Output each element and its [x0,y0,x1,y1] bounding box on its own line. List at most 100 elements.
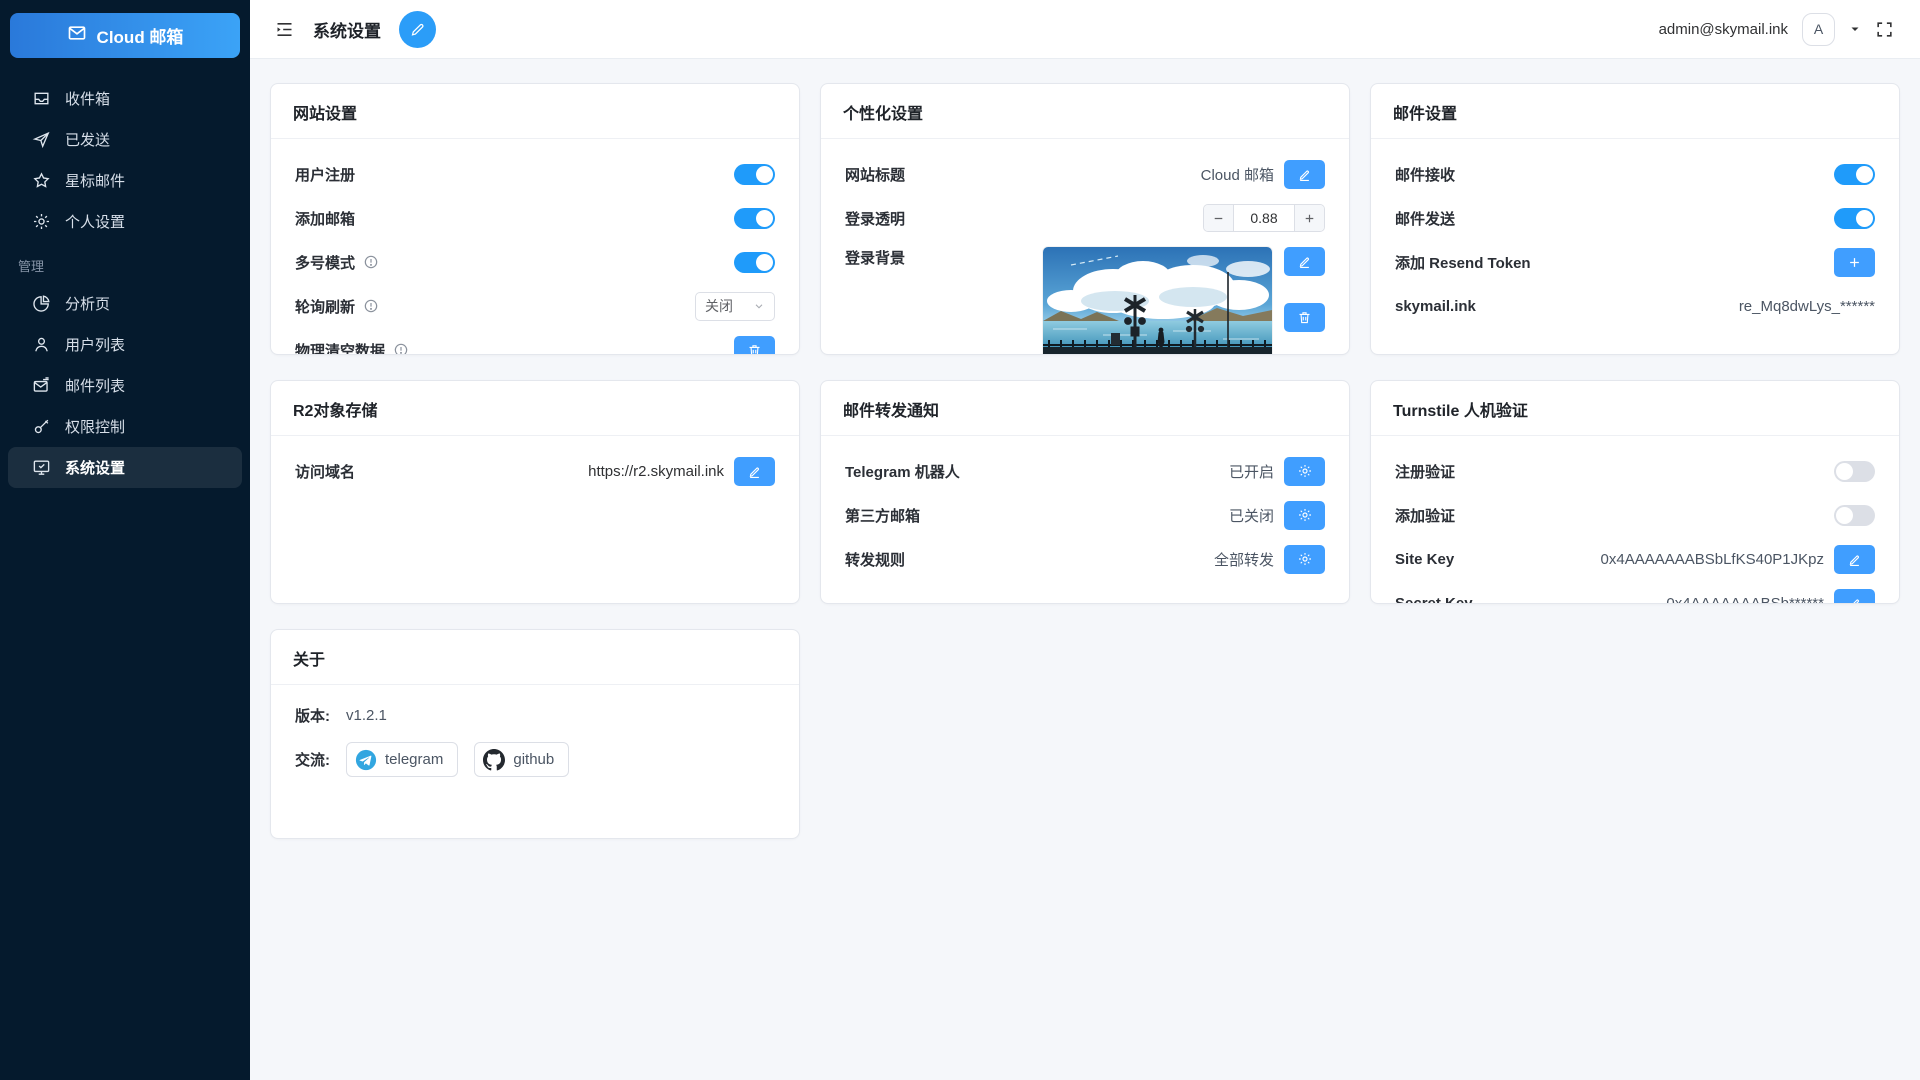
paper-plane-icon [32,130,51,149]
sidebar-item-label: 权限控制 [65,416,125,437]
brand-logo[interactable]: Cloud 邮箱 [10,13,240,58]
avatar[interactable]: A [1802,13,1835,46]
pencil-icon [409,21,426,38]
pencil-icon [747,464,762,479]
app-root: Cloud 邮箱 收件箱 已发送 星标邮件 个人设置 管理 [0,0,1920,1080]
sidebar-item-label: 分析页 [65,293,110,314]
card-title: 个性化设置 [821,84,1349,139]
chevron-down-icon [753,300,765,312]
telegram-status: 已开启 [1229,461,1274,482]
sidebar-item-starred[interactable]: 星标邮件 [8,160,242,201]
edit-site-title-button[interactable] [1284,160,1325,189]
row-secret-key: Secret Key 0x4AAAAAAABSb****** [1395,588,1875,604]
sidebar-item-users[interactable]: 用户列表 [8,324,242,365]
mail-receive-toggle[interactable] [1834,164,1875,185]
card-title: 网站设置 [271,84,799,139]
user-register-toggle[interactable] [734,164,775,185]
multi-mode-toggle[interactable] [734,252,775,273]
sidebar-item-system-settings[interactable]: 系统设置 [8,447,242,488]
card-r2-storage: R2对象存储 访问域名 https://r2.skymail.ink [270,380,800,604]
opacity-increase-button[interactable] [1294,205,1324,231]
gear-icon [1297,463,1313,479]
github-link-button[interactable]: github [474,742,569,777]
row-forward-rule: 转发规则 全部转发 [845,544,1325,574]
row-label: 转发规则 [845,549,905,570]
sidebar-item-label: 系统设置 [65,457,125,478]
sidebar-item-label: 收件箱 [65,88,110,109]
sidebar-item-label: 用户列表 [65,334,125,355]
edit-title-button[interactable] [399,11,436,48]
info-icon [363,254,379,270]
row-label: Telegram 机器人 [845,461,960,482]
trash-icon [747,343,762,356]
sidebar-item-permissions[interactable]: 权限控制 [8,406,242,447]
version-label: 版本: [295,705,330,726]
register-verify-toggle[interactable] [1834,461,1875,482]
sidebar-item-analytics[interactable]: 分析页 [8,283,242,324]
github-icon [483,749,505,771]
row-add-mailbox: 添加邮箱 [295,203,775,233]
row-contact: 交流: telegram github [295,742,775,777]
edit-r2-domain-button[interactable] [734,457,775,486]
edit-secret-key-button[interactable] [1834,589,1875,605]
sidebar-item-sent[interactable]: 已发送 [8,119,242,160]
mail-list-icon [32,376,51,395]
third-party-settings-button[interactable] [1284,501,1325,530]
token-masked-value: re_Mq8dwLys_****** [1739,298,1875,315]
row-label: 多号模式 [295,252,355,273]
card-turnstile: Turnstile 人机验证 注册验证 添加验证 Site Key 0x4AAA… [1370,380,1900,604]
pencil-icon [1297,167,1312,182]
login-background-image [1043,247,1272,355]
edit-site-key-button[interactable] [1834,545,1875,574]
mail-send-toggle[interactable] [1834,208,1875,229]
card-site-settings: 网站设置 用户注册 添加邮箱 多号模式 [270,83,800,355]
monitor-check-icon [32,458,51,477]
sidebar: Cloud 邮箱 收件箱 已发送 星标邮件 个人设置 管理 [0,0,250,1080]
opacity-value[interactable]: 0.88 [1234,205,1294,231]
row-label: 邮件发送 [1395,208,1455,229]
caret-down-icon[interactable] [1849,23,1861,35]
forward-rule-settings-button[interactable] [1284,545,1325,574]
sidebar-item-personal-settings[interactable]: 个人设置 [8,201,242,242]
opacity-decrease-button[interactable] [1204,205,1234,231]
brand-name: Cloud 邮箱 [97,23,184,48]
telegram-link-button[interactable]: telegram [346,742,458,777]
delete-background-button[interactable] [1284,303,1325,332]
secret-key-value: 0x4AAAAAAABSb****** [1666,595,1824,605]
row-label: 轮询刷新 [295,296,355,317]
add-resend-token-button[interactable] [1834,248,1875,277]
fullscreen-icon[interactable] [1875,20,1894,39]
pencil-icon [1847,552,1862,567]
row-label: 访问域名 [295,461,355,482]
purge-data-button[interactable] [734,336,775,356]
forward-rule-status: 全部转发 [1214,549,1274,570]
row-telegram-bot: Telegram 机器人 已开启 [845,456,1325,486]
r2-domain-value: https://r2.skymail.ink [588,463,724,480]
sidebar-item-label: 个人设置 [65,211,125,232]
row-add-verify: 添加验证 [1395,500,1875,530]
card-mail-settings: 邮件设置 邮件接收 邮件发送 添加 Resend Token [1370,83,1900,355]
card-title: 邮件转发通知 [821,381,1349,436]
telegram-settings-button[interactable] [1284,457,1325,486]
add-verify-toggle[interactable] [1834,505,1875,526]
row-site-key: Site Key 0x4AAAAAAABSbLfKS40P1JKpz [1395,544,1875,574]
sidebar-item-mail-list[interactable]: 邮件列表 [8,365,242,406]
pencil-icon [1297,254,1312,269]
add-mailbox-toggle[interactable] [734,208,775,229]
row-poll-refresh: 轮询刷新 关闭 [295,291,775,321]
card-title: Turnstile 人机验证 [1371,381,1899,436]
row-site-title: 网站标题 Cloud 邮箱 [845,159,1325,189]
edit-background-button[interactable] [1284,247,1325,276]
row-login-background: 登录背景 [845,247,1325,355]
poll-refresh-select[interactable]: 关闭 [695,292,775,321]
row-purge-data: 物理清空数据 [295,335,775,355]
row-label: 添加验证 [1395,505,1455,526]
row-resend-token: 添加 Resend Token [1395,247,1875,277]
row-label: 注册验证 [1395,461,1455,482]
row-multi-mode: 多号模式 [295,247,775,277]
row-label: 网站标题 [845,164,905,185]
gear-icon [1297,507,1313,523]
sidebar-item-label: 邮件列表 [65,375,125,396]
sidebar-item-inbox[interactable]: 收件箱 [8,78,242,119]
collapse-sidebar-icon[interactable] [274,19,295,40]
